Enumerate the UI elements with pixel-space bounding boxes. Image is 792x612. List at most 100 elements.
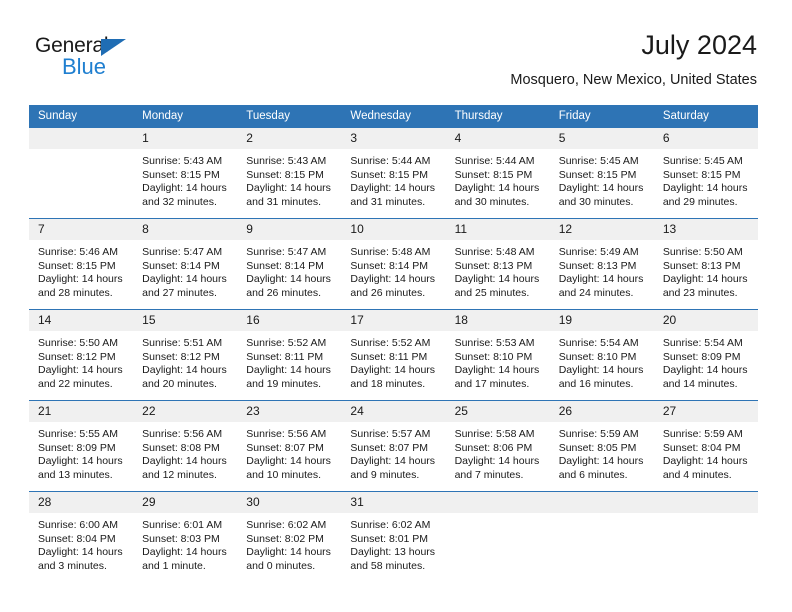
- day-cell[interactable]: 27 Sunrise: 5:59 AM Sunset: 8:04 PM Dayligh…: [653, 401, 758, 491]
- day-cell[interactable]: 8 Sunrise: 5:47 AM Sunset: 8:14 PM Daylight…: [133, 219, 238, 309]
- day-sun-info: Sunrise: 5:56 AM Sunset: 8:08 PM Daylight:…: [133, 422, 237, 482]
- day-cell[interactable]: 4 Sunrise: 5:44 AM Sunset: 8:15 PM Daylight…: [445, 128, 550, 218]
- daylight-text: Daylight: 14 hours and 31 minutes.: [350, 182, 436, 208]
- day-cell[interactable]: 28 Sunrise: 6:00 AM Sunset: 8:04 PM Dayligh…: [29, 492, 134, 582]
- sunset-text: Sunset: 8:01 PM: [350, 532, 429, 545]
- day-cell[interactable]: 11 Sunrise: 5:48 AM Sunset: 8:13 PM Dayligh…: [445, 219, 550, 309]
- sunrise-text: Sunrise: 5:56 AM: [142, 428, 223, 440]
- calendar-cell: 14 Sunrise: 5:50 AM Sunset: 8:12 PM Dayligh…: [29, 309, 134, 401]
- calendar-cell: [445, 491, 550, 582]
- calendar-cell: 8 Sunrise: 5:47 AM Sunset: 8:14 PM Daylight…: [133, 218, 238, 310]
- day-cell[interactable]: 31 Sunrise: 6:02 AM Sunset: 8:01 PM Dayligh…: [341, 492, 446, 582]
- day-cell[interactable]: 24 Sunrise: 5:57 AM Sunset: 8:07 PM Dayligh…: [341, 401, 446, 491]
- day-cell[interactable]: 25 Sunrise: 5:58 AM Sunset: 8:06 PM Dayligh…: [445, 401, 550, 491]
- day-cell[interactable]: 6 Sunrise: 5:45 AM Sunset: 8:15 PM Daylight…: [653, 128, 758, 218]
- daylight-text: Daylight: 14 hours and 14 minutes.: [662, 364, 748, 390]
- sunrise-text: Sunrise: 5:58 AM: [454, 428, 535, 440]
- calendar-cell: [653, 491, 758, 582]
- daylight-text: Daylight: 14 hours and 23 minutes.: [662, 273, 748, 299]
- calendar-cell: [29, 128, 134, 219]
- general-blue-logo[interactable]: General Blue: [35, 34, 165, 82]
- calendar-cell: 7 Sunrise: 5:46 AM Sunset: 8:15 PM Daylight…: [29, 218, 134, 310]
- day-number: 25: [445, 401, 550, 422]
- sunrise-text: Sunrise: 5:45 AM: [662, 155, 743, 167]
- day-sun-info: Sunrise: 5:50 AM Sunset: 8:13 PM Daylight:…: [654, 240, 758, 300]
- day-cell[interactable]: 26 Sunrise: 5:59 AM Sunset: 8:05 PM Dayligh…: [549, 401, 654, 491]
- day-sun-info: Sunrise: 5:44 AM Sunset: 8:15 PM Daylight:…: [446, 149, 550, 209]
- day-cell[interactable]: 10 Sunrise: 5:48 AM Sunset: 8:14 PM Dayligh…: [341, 219, 446, 309]
- calendar-week-row: 14 Sunrise: 5:50 AM Sunset: 8:12 PM Dayligh…: [29, 309, 758, 401]
- calendar-cell: 6 Sunrise: 5:45 AM Sunset: 8:15 PM Daylight…: [653, 128, 758, 219]
- weekday-header-saturday: Saturday: [653, 105, 758, 128]
- day-cell[interactable]: 7 Sunrise: 5:46 AM Sunset: 8:15 PM Daylight…: [29, 219, 134, 309]
- day-cell[interactable]: 5 Sunrise: 5:45 AM Sunset: 8:15 PM Daylight…: [549, 128, 654, 218]
- day-cell[interactable]: 21 Sunrise: 5:55 AM Sunset: 8:09 PM Dayligh…: [29, 401, 134, 491]
- day-number: 12: [549, 219, 654, 240]
- day-number: 3: [341, 128, 446, 149]
- daylight-text: Daylight: 14 hours and 16 minutes.: [558, 364, 644, 390]
- day-cell[interactable]: 20 Sunrise: 5:54 AM Sunset: 8:09 PM Dayligh…: [653, 310, 758, 400]
- day-cell[interactable]: 9 Sunrise: 5:47 AM Sunset: 8:14 PM Daylight…: [237, 219, 342, 309]
- day-cell[interactable]: 16 Sunrise: 5:52 AM Sunset: 8:11 PM Dayligh…: [237, 310, 342, 400]
- daylight-text: Daylight: 14 hours and 0 minutes.: [246, 546, 331, 572]
- day-cell[interactable]: 1 Sunrise: 5:43 AM Sunset: 8:15 PM Daylight…: [133, 128, 238, 218]
- day-sun-info: Sunrise: 5:54 AM Sunset: 8:09 PM Daylight:…: [654, 331, 758, 391]
- day-cell[interactable]: 15 Sunrise: 5:51 AM Sunset: 8:12 PM Dayligh…: [133, 310, 238, 400]
- day-cell[interactable]: 22 Sunrise: 5:56 AM Sunset: 8:08 PM Dayligh…: [133, 401, 238, 491]
- day-cell[interactable]: 3 Sunrise: 5:44 AM Sunset: 8:15 PM Daylight…: [341, 128, 446, 218]
- day-cell[interactable]: 12 Sunrise: 5:49 AM Sunset: 8:13 PM Dayligh…: [549, 219, 654, 309]
- day-cell[interactable]: 13 Sunrise: 5:50 AM Sunset: 8:13 PM Dayligh…: [653, 219, 758, 309]
- day-cell[interactable]: 17 Sunrise: 5:52 AM Sunset: 8:11 PM Dayligh…: [341, 310, 446, 400]
- calendar-cell: 24 Sunrise: 5:57 AM Sunset: 8:07 PM Dayligh…: [341, 400, 446, 492]
- day-cell[interactable]: 29 Sunrise: 6:01 AM Sunset: 8:03 PM Dayligh…: [133, 492, 238, 582]
- day-sun-info: Sunrise: 5:45 AM Sunset: 8:15 PM Daylight:…: [654, 149, 758, 209]
- day-sun-info: Sunrise: 5:59 AM Sunset: 8:05 PM Daylight:…: [550, 422, 654, 482]
- sunset-text: Sunset: 8:02 PM: [246, 532, 324, 545]
- day-number: 5: [549, 128, 654, 149]
- day-number: 27: [653, 401, 758, 422]
- sunrise-text: Sunrise: 5:45 AM: [558, 155, 639, 167]
- sunrise-text: Sunrise: 5:43 AM: [142, 155, 223, 167]
- calendar-cell: 31 Sunrise: 6:02 AM Sunset: 8:01 PM Dayligh…: [341, 491, 446, 582]
- empty-day-cell: [653, 492, 758, 582]
- sunrise-text: Sunrise: 5:59 AM: [558, 428, 639, 440]
- day-cell[interactable]: 19 Sunrise: 5:54 AM Sunset: 8:10 PM Dayligh…: [549, 310, 654, 400]
- calendar-cell: 25 Sunrise: 5:58 AM Sunset: 8:06 PM Dayligh…: [445, 400, 550, 492]
- sunrise-text: Sunrise: 5:59 AM: [662, 428, 743, 440]
- sunrise-text: Sunrise: 5:44 AM: [350, 155, 431, 167]
- calendar-week-row: 21 Sunrise: 5:55 AM Sunset: 8:09 PM Dayligh…: [29, 400, 758, 492]
- daylight-text: Daylight: 14 hours and 6 minutes.: [558, 455, 644, 481]
- sunset-text: Sunset: 8:04 PM: [38, 532, 116, 545]
- day-cell[interactable]: 14 Sunrise: 5:50 AM Sunset: 8:12 PM Dayligh…: [29, 310, 134, 400]
- day-sun-info: Sunrise: 5:44 AM Sunset: 8:15 PM Daylight:…: [341, 149, 445, 209]
- day-cell[interactable]: 2 Sunrise: 5:43 AM Sunset: 8:15 PM Daylight…: [237, 128, 342, 218]
- page-header: General Blue July 2024 Mosquero, New Mex…: [35, 28, 757, 100]
- daylight-text: Daylight: 14 hours and 25 minutes.: [454, 273, 540, 299]
- sunrise-text: Sunrise: 5:54 AM: [558, 337, 639, 349]
- day-number: 24: [341, 401, 446, 422]
- calendar-cell: 26 Sunrise: 5:59 AM Sunset: 8:05 PM Dayligh…: [549, 400, 654, 492]
- day-number: 31: [341, 492, 446, 513]
- day-cell[interactable]: 23 Sunrise: 5:56 AM Sunset: 8:07 PM Dayligh…: [237, 401, 342, 491]
- daylight-text: Daylight: 14 hours and 22 minutes.: [38, 364, 123, 390]
- weekday-header-row: Sunday Monday Tuesday Wednesday Thursday Frid…: [29, 105, 758, 128]
- calendar-cell: 30 Sunrise: 6:02 AM Sunset: 8:02 PM Dayligh…: [237, 491, 342, 582]
- daylight-text: Daylight: 14 hours and 7 minutes.: [454, 455, 540, 481]
- daylight-text: Daylight: 14 hours and 27 minutes.: [142, 273, 227, 299]
- day-number: 13: [653, 219, 758, 240]
- daylight-text: Daylight: 14 hours and 30 minutes.: [558, 182, 644, 208]
- day-number: [29, 128, 134, 149]
- daylight-text: Daylight: 14 hours and 3 minutes.: [38, 546, 123, 572]
- day-cell[interactable]: 30 Sunrise: 6:02 AM Sunset: 8:02 PM Dayligh…: [237, 492, 342, 582]
- day-cell[interactable]: 18 Sunrise: 5:53 AM Sunset: 8:10 PM Dayligh…: [445, 310, 550, 400]
- calendar-cell: 15 Sunrise: 5:51 AM Sunset: 8:12 PM Dayligh…: [133, 309, 238, 401]
- sunset-text: Sunset: 8:07 PM: [350, 441, 429, 454]
- weekday-header-sunday: Sunday: [29, 105, 134, 128]
- calendar-header-row: Sunday Monday Tuesday Wednesday Thursday Frid…: [29, 105, 758, 128]
- sunset-text: Sunset: 8:15 PM: [38, 259, 116, 272]
- calendar-cell: 28 Sunrise: 6:00 AM Sunset: 8:04 PM Dayligh…: [29, 491, 134, 582]
- calendar-cell: 23 Sunrise: 5:56 AM Sunset: 8:07 PM Dayligh…: [237, 400, 342, 492]
- day-sun-info: Sunrise: 6:01 AM Sunset: 8:03 PM Daylight:…: [133, 513, 237, 573]
- sunset-text: Sunset: 8:11 PM: [350, 350, 428, 363]
- calendar-page: General Blue July 2024 Mosquero, New Mex…: [0, 0, 792, 612]
